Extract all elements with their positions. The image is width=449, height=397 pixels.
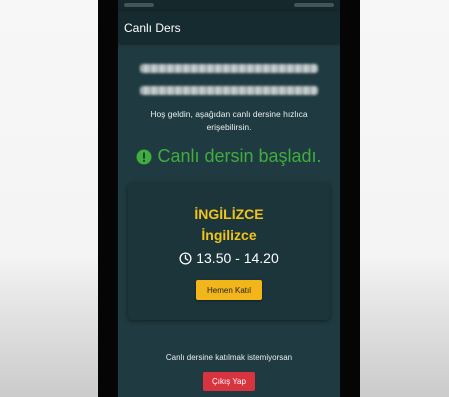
status-bar [118, 0, 340, 11]
redacted-student-name [140, 64, 318, 73]
lesson-card: İNGİLİZCE İngilizce 13.50 - 14.20 Hemen … [128, 183, 330, 320]
status-bar-time [124, 3, 154, 7]
redacted-student-info [140, 86, 318, 95]
phone-screen: Canlı Ders Hoş geldin, aşağıdan canlı de… [118, 0, 340, 397]
app-bar-title: Canlı Ders [124, 21, 181, 35]
logout-button[interactable]: Çıkış Yap [203, 372, 255, 391]
welcome-message: Hoş geldin, aşağıdan canlı dersine hızlı… [118, 108, 340, 134]
exclamation-circle-icon [136, 149, 152, 164]
status-bar-indicators [294, 3, 334, 7]
join-now-button[interactable]: Hemen Katıl [196, 280, 262, 300]
course-title: İngilizce [201, 227, 257, 243]
leave-prompt-text: Canlı dersine katılmak istemiyorsan [165, 353, 293, 362]
clock-icon [179, 251, 192, 265]
lesson-started-status: Canlı dersin başladı. [118, 146, 340, 167]
lesson-time: 13.50 - 14.20 [128, 250, 330, 266]
lesson-started-text: Canlı dersin başladı. [157, 146, 322, 166]
welcome-line-2: erişebilirsin. [206, 122, 252, 132]
right-letterbox [340, 0, 360, 397]
left-letterbox [98, 0, 118, 397]
welcome-line-1: Hoş geldin, aşağıdan canlı dersine hızlı… [150, 109, 308, 119]
app-bar: Canlı Ders [118, 11, 340, 43]
course-title-upper: İNGİLİZCE [194, 206, 264, 222]
lesson-time-range: 13.50 - 14.20 [196, 250, 279, 266]
